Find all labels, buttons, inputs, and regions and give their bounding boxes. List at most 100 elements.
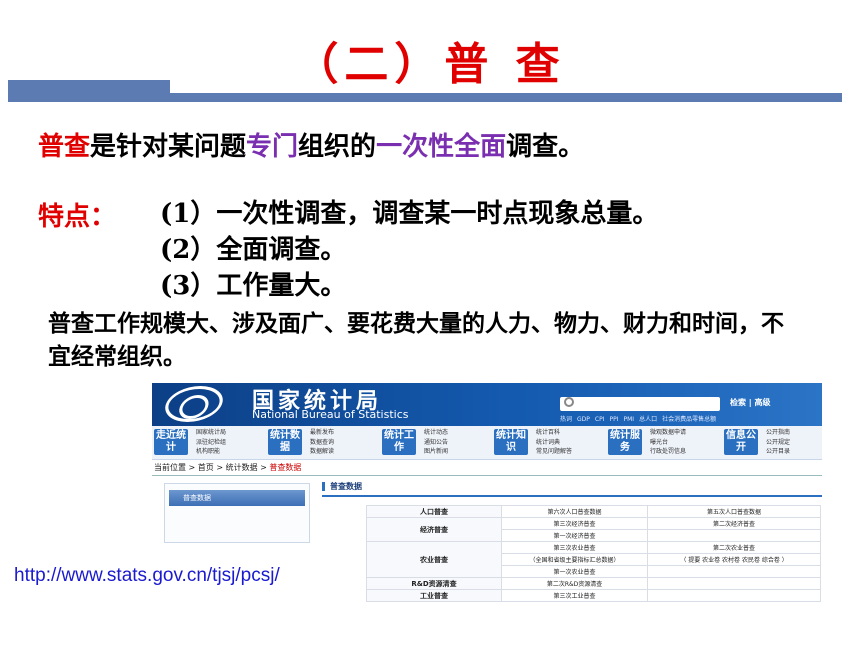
table-cell[interactable]: 第三次经济普查 (500, 517, 649, 530)
nav-button[interactable]: 统计知识 (494, 429, 528, 455)
table-category: R&D资源清查 (366, 577, 502, 590)
table-row: R&D资源清查 第二次R&D资源清查 (366, 577, 821, 590)
nav-link[interactable]: 图片新闻 (424, 447, 448, 457)
table-cell[interactable]: 第一次农业普查 (500, 565, 649, 578)
site-banner: 国家统计局 National Bureau of Statistics 检索 |… (152, 383, 822, 426)
table-cell[interactable]: 第一次经济普查 (500, 529, 649, 542)
breadcrumb-current: 普查数据 (269, 463, 302, 472)
breadcrumb: 当前位置 > 首页 > 统计数据 > 普查数据 (152, 461, 822, 475)
nav-link[interactable]: 统计百科 (536, 428, 572, 438)
table-category: 人口普查 (366, 505, 502, 518)
nav-links: 微观数据申请 曝光台 行政处罚信息 (650, 428, 686, 457)
hot-word[interactable]: 社会消费品零售总额 (662, 416, 716, 423)
breadcrumb-stats-data[interactable]: 统计数据 (226, 463, 258, 472)
table-cell[interactable]: 第三次工业普查 (500, 589, 649, 602)
nav-link[interactable]: 数据查询 (310, 438, 334, 448)
breadcrumb-sep: > (188, 463, 196, 472)
hot-word[interactable]: PPI (609, 416, 618, 423)
nav-link[interactable]: 统计词典 (536, 438, 572, 448)
breadcrumb-prefix: 当前位置 (154, 463, 186, 472)
nav-link[interactable]: 曝光台 (650, 438, 686, 448)
nav-links: 统计动态 通知公告 图片新闻 (424, 428, 448, 457)
hot-word[interactable]: CPI (595, 416, 605, 423)
main-heading: 普查数据 (330, 482, 362, 491)
table-row: 经济普查 第三次经济普查 第二次经济普查 (366, 517, 821, 542)
definition-text-1: 是针对某问题 (90, 132, 247, 162)
table-cell[interactable]: 第三次农业普查 (500, 541, 649, 554)
table-category: 农业普查 (366, 541, 502, 578)
nav-link[interactable]: 公开目录 (766, 447, 790, 457)
definition-special: 专门 (246, 132, 299, 162)
sidebar-tab-census[interactable]: 普查数据 (169, 490, 305, 506)
hot-word[interactable]: 总人口 (639, 416, 657, 423)
definition-line: 普查是针对某问题专门组织的一次性全面调查。 (38, 126, 584, 163)
site-search-button[interactable]: 检索 | 高级 (730, 397, 771, 408)
search-icon (564, 397, 574, 407)
table-row: 人口普查 第六次人口普查数据 第五次人口普查数据 (366, 505, 821, 518)
nav-links: 国家统计局 派驻纪检组 机构职能 (196, 428, 226, 457)
nav-button[interactable]: 走近统计 (154, 429, 188, 455)
nav-link[interactable]: 统计动态 (424, 428, 448, 438)
nav-button[interactable]: 统计服务 (608, 429, 642, 455)
nav-button[interactable]: 统计数据 (268, 429, 302, 455)
table-cell (647, 589, 821, 602)
table-cell[interactable]: 第二次农业普查 (647, 541, 821, 554)
table-cell (647, 577, 821, 590)
nav-links: 统计百科 统计词典 常见问题解答 (536, 428, 572, 457)
nav-links: 公开指南 公开规定 公开目录 (766, 428, 790, 457)
feature-item-2: (2）全面调查。 (160, 235, 347, 265)
definition-text-3: 调查。 (506, 132, 585, 162)
site-search-input[interactable] (560, 397, 720, 411)
title-underline-bar (170, 93, 842, 102)
nav-link[interactable]: 机构职能 (196, 447, 226, 457)
table-cell (647, 565, 821, 578)
nav-button[interactable]: 信息公开 (724, 429, 758, 455)
nav-link[interactable]: 数据解读 (310, 447, 334, 457)
table-cell[interactable]: 第二次经济普查 (647, 517, 821, 530)
table-cell[interactable]: 第二次R&D资源清查 (500, 577, 649, 590)
feature-item-3: (3）工作量大。 (160, 271, 347, 301)
nav-link[interactable]: 微观数据申请 (650, 428, 686, 438)
source-url[interactable]: http://www.stats.gov.cn/tjsj/pcsj/ (14, 565, 280, 587)
hot-word[interactable]: PMI (624, 416, 635, 423)
features-label: 特点： (38, 202, 117, 232)
table-row: 工业普查 第三次工业普查 (366, 589, 821, 602)
note-paragraph: 普查工作规模大、涉及面广、要花费大量的人力、物力、财力和时间，不宜经常组织。 (48, 310, 784, 370)
hot-word[interactable]: GDP (577, 416, 590, 423)
breadcrumb-home[interactable]: 首页 (198, 463, 214, 472)
definition-text-2: 组织的 (298, 132, 377, 162)
main-heading-line (322, 495, 822, 497)
breadcrumb-sep: > (260, 463, 267, 472)
nav-link[interactable]: 公开指南 (766, 428, 790, 438)
nav-link[interactable]: 通知公告 (424, 438, 448, 448)
heading-marker (322, 482, 325, 491)
table-category: 工业普查 (366, 589, 502, 602)
nav-link[interactable]: 常见问题解答 (536, 447, 572, 457)
hot-word: 热词 (560, 416, 573, 423)
table-cell[interactable]: （全国和省级主要指标汇总数据） (500, 553, 649, 566)
definition-comprehensive: 一次性全面 (376, 132, 507, 162)
nbs-logo-icon (159, 386, 229, 422)
feature-item-1: (1）一次性调查，调查某一时点现象总量。 (160, 199, 659, 229)
table-cell[interactable]: 第五次人口普查数据 (647, 505, 821, 518)
table-cell[interactable]: （ 提要 农业卷 农村卷 农民卷 综合卷 ） (647, 553, 821, 566)
website-screenshot: 国家统计局 National Bureau of Statistics 检索 |… (152, 383, 822, 645)
nav-link[interactable]: 派驻纪检组 (196, 438, 226, 448)
table-cell[interactable]: 第六次人口普查数据 (500, 505, 649, 518)
nav-link[interactable]: 行政处罚信息 (650, 447, 686, 457)
table-category: 经济普查 (366, 517, 502, 542)
breadcrumb-sep: > (216, 463, 224, 472)
hot-words: 热词 GDP CPI PPI PMI 总人口 社会消费品零售总额 (560, 414, 721, 423)
table-row: 农业普查 第三次农业普查 第二次农业普查 (366, 541, 821, 578)
nav-link[interactable]: 公开规定 (766, 438, 790, 448)
nav-link[interactable]: 国家统计局 (196, 428, 226, 438)
definition-term: 普查 (38, 132, 91, 162)
table-cell (647, 529, 821, 542)
nav-link[interactable]: 最新发布 (310, 428, 334, 438)
title-underline-block (8, 80, 170, 102)
site-sidebar: 普查数据 (164, 483, 310, 543)
nav-links: 最新发布 数据查询 数据解读 (310, 428, 334, 457)
nav-button[interactable]: 统计工作 (382, 429, 416, 455)
census-table: 人口普查 第六次人口普查数据 第五次人口普查数据 经济普查 第三次经济普查 第二… (366, 505, 821, 602)
breadcrumb-divider (152, 475, 822, 476)
